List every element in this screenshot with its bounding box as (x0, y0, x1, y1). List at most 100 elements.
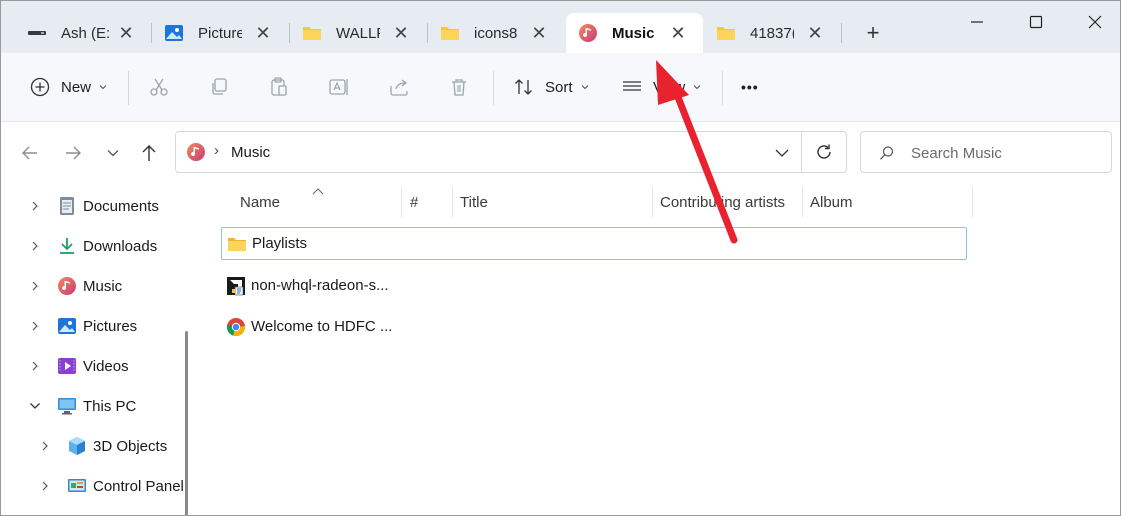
address-bar[interactable]: › Music (175, 131, 847, 173)
chevron-down-icon (693, 85, 701, 90)
forward-button[interactable] (61, 141, 85, 165)
close-icon[interactable]: ✕ (806, 24, 824, 42)
back-button[interactable] (18, 141, 42, 165)
chevron-right-icon[interactable] (29, 360, 41, 372)
tab-41837[interactable]: 41837( ✕ (704, 13, 840, 53)
tab-bar: Ash (E: ✕ Picture ✕ WALLF ✕ icons8 ✕ (1, 1, 1120, 53)
minimize-button[interactable] (954, 7, 1000, 37)
search-icon (879, 145, 895, 161)
refresh-button[interactable] (814, 142, 834, 162)
chevron-down-icon[interactable] (29, 400, 41, 412)
folder-icon (302, 23, 322, 43)
close-window-button[interactable] (1072, 7, 1118, 37)
breadcrumb-music[interactable]: Music (231, 144, 270, 161)
view-lines-icon (621, 76, 643, 98)
sidebar-item-label: Videos (83, 357, 129, 375)
view-button[interactable]: View (621, 73, 701, 101)
copy-icon (208, 76, 230, 98)
close-icon[interactable]: ✕ (254, 24, 272, 42)
column-header-album[interactable]: Album (810, 194, 853, 211)
sidebar-item-documents[interactable]: Documents (29, 192, 159, 220)
tab-label: icons8 (474, 24, 518, 42)
arrow-right-icon (66, 146, 81, 160)
sort-button[interactable]: Sort (513, 73, 589, 101)
column-header-number[interactable]: # (410, 194, 418, 211)
sidebar-item-label: Documents (83, 197, 159, 215)
chevron-down-icon (99, 85, 107, 90)
sidebar-item-label: Control Panel (93, 477, 184, 495)
command-bar: New Sort View ••• (1, 53, 1120, 122)
videos-icon (57, 356, 77, 376)
more-options-button[interactable]: ••• (741, 73, 759, 101)
address-history-button[interactable] (774, 145, 790, 161)
drive-icon (27, 23, 47, 43)
close-icon[interactable]: ✕ (392, 24, 410, 42)
delete-button[interactable] (448, 73, 470, 101)
chevron-right-icon[interactable] (39, 440, 51, 452)
chevron-down-icon (107, 150, 119, 157)
column-header-title[interactable]: Title (460, 194, 488, 211)
new-button[interactable]: New (29, 73, 107, 101)
view-label: View (653, 78, 686, 96)
tab-pictures[interactable]: Picture ✕ (152, 13, 288, 53)
folder-icon (227, 234, 247, 254)
chevron-down-icon (775, 149, 789, 157)
chevron-right-icon[interactable] (29, 280, 41, 292)
paste-button[interactable] (268, 73, 290, 101)
sidebar-item-label: This PC (83, 397, 137, 415)
tab-music[interactable]: Music ✕ (566, 13, 703, 53)
share-button[interactable] (388, 73, 410, 101)
column-header-contributing-artists[interactable]: Contributing artists (660, 194, 785, 211)
column-header-name[interactable]: Name (240, 194, 280, 211)
minimize-icon (971, 21, 983, 23)
sidebar-scrollbar[interactable] (185, 331, 188, 515)
pictures-icon (57, 316, 77, 336)
tab-drive[interactable]: Ash (E: ✕ (15, 13, 151, 53)
folder-icon (716, 23, 736, 43)
plus-circle-icon (29, 76, 51, 98)
clipboard-icon (268, 76, 290, 98)
arrow-up-icon (142, 145, 156, 161)
close-icon[interactable]: ✕ (117, 24, 135, 42)
recent-locations-button[interactable] (101, 141, 125, 165)
arrow-left-icon (22, 146, 37, 160)
this-pc-icon (57, 396, 77, 416)
sidebar-item-3d-objects[interactable]: 3D Objects (39, 432, 167, 460)
music-icon (578, 23, 598, 43)
chevron-right-icon[interactable] (29, 200, 41, 212)
chevron-right-icon[interactable] (29, 320, 41, 332)
file-row-hdfc[interactable]: Welcome to HDFC ... (221, 310, 967, 343)
maximize-button[interactable] (1013, 7, 1059, 37)
sidebar-item-music[interactable]: Music (29, 272, 122, 300)
sidebar-item-this-pc[interactable]: This PC (29, 392, 136, 420)
search-box[interactable]: Search Music (860, 131, 1112, 173)
cut-button[interactable] (148, 73, 170, 101)
3d-objects-icon (67, 436, 87, 456)
rename-button[interactable] (328, 73, 350, 101)
chevron-right-icon[interactable] (29, 240, 41, 252)
sort-label: Sort (545, 78, 573, 96)
file-row-radeon[interactable]: non-whql-radeon-s... (221, 269, 967, 302)
chevron-right-icon[interactable] (39, 480, 51, 492)
up-button[interactable] (137, 141, 161, 165)
navigation-pane: Documents Downloads Music Pictures Video… (1, 186, 193, 515)
sidebar-item-downloads[interactable]: Downloads (29, 232, 157, 260)
downloads-icon (57, 236, 77, 256)
tab-wallf[interactable]: WALLF ✕ (290, 13, 426, 53)
sidebar-item-videos[interactable]: Videos (29, 352, 129, 380)
sidebar-item-control-panel[interactable]: Control Panel (39, 472, 184, 500)
file-row-playlists[interactable]: Playlists (221, 227, 967, 260)
tab-label: Picture (198, 24, 242, 42)
search-input[interactable]: Search Music (911, 145, 1002, 162)
music-icon (186, 142, 206, 162)
scissors-icon (148, 76, 170, 98)
close-icon[interactable]: ✕ (669, 24, 687, 42)
copy-button[interactable] (208, 73, 230, 101)
sidebar-item-pictures[interactable]: Pictures (29, 312, 137, 340)
amd-installer-icon (226, 276, 246, 296)
breadcrumb-separator: › (214, 142, 219, 159)
tab-icons8[interactable]: icons8 ✕ (428, 13, 564, 53)
new-tab-button[interactable]: + (861, 21, 885, 45)
close-icon[interactable]: ✕ (530, 24, 548, 42)
sidebar-item-label: Pictures (83, 317, 138, 335)
